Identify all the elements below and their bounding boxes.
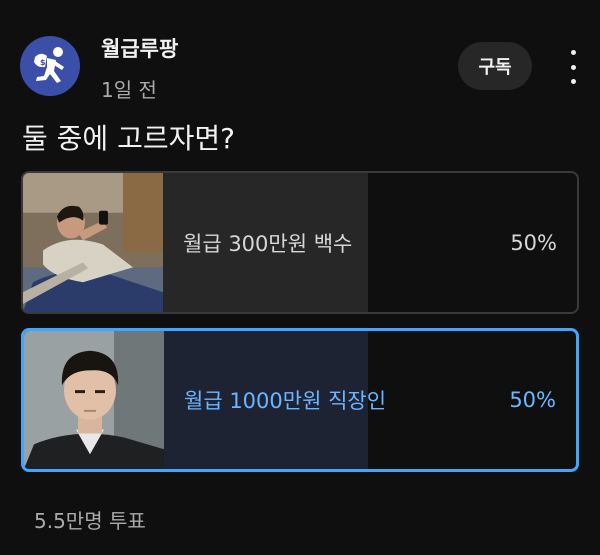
poll-option-label: 월급 300만원 백수 — [183, 231, 353, 256]
more-vertical-icon[interactable] — [559, 50, 587, 84]
option-thumbnail-image — [24, 331, 164, 469]
poll-option-label: 월급 1000만원 직장인 — [184, 389, 387, 413]
vote-count: 5.5만명 투표 — [34, 509, 146, 533]
subscribe-button[interactable]: 구독 — [458, 42, 532, 90]
poll-option-2[interactable]: 월급 1000만원 직장인 50% — [21, 328, 579, 472]
running-thief-icon: $ — [34, 47, 64, 83]
poll-option-1[interactable]: 월급 300만원 백수 50% — [21, 171, 579, 314]
channel-name[interactable]: 월급루팡 — [101, 33, 178, 63]
poll-option-percent: 50% — [510, 230, 557, 255]
option-thumbnail-image — [23, 173, 163, 312]
poll-question: 둘 중에 고르자면? — [22, 122, 235, 155]
svg-text:$: $ — [40, 58, 46, 67]
channel-avatar[interactable]: $ — [20, 36, 80, 96]
poll-option-percent: 50% — [509, 388, 556, 412]
post-time: 1일 전 — [101, 78, 157, 102]
